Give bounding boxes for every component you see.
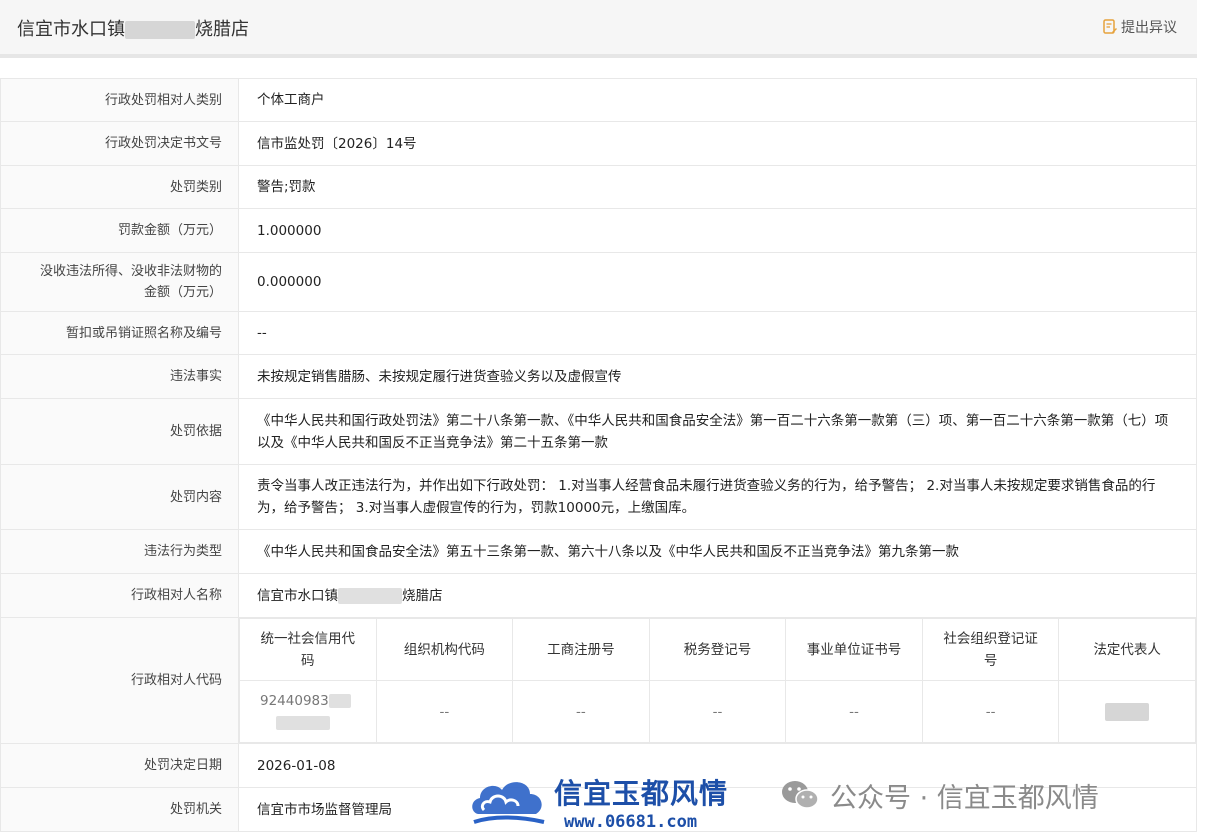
field-label: 违法行为类型 [0, 529, 239, 574]
party-code-cell: 统一社会信用代码 组织机构代码 工商注册号 税务登记号 事业单位证书号 社会组织… [238, 617, 1197, 744]
field-value: 《中华人民共和国食品安全法》第五十三条第一款、第六十八条以及《中华人民共和国反不… [238, 529, 1197, 574]
page-title: 信宜市水口镇 烧腊店 [17, 15, 249, 41]
table-row: 违法行为类型 《中华人民共和国食品安全法》第五十三条第一款、第六十八条以及《中华… [0, 529, 1197, 574]
table-row: 处罚依据 《中华人民共和国行政处罚法》第二十八条第一款、《中华人民共和国食品安全… [0, 398, 1197, 465]
field-value: 责令当事人改正违法行为，并作出如下行政处罚： 1.对当事人经营食品未履行进货查验… [238, 464, 1197, 530]
watermark-overlay: 信宜玉都风情 www.06681.com 公众号 · 信宜玉都风情 [468, 770, 1210, 839]
watermark-brand: 信宜玉都风情 [554, 777, 729, 810]
field-value: 0.000000 [238, 252, 1197, 312]
title-prefix: 信宜市水口镇 [17, 19, 125, 40]
field-label: 行政处罚决定书文号 [0, 121, 239, 166]
field-label: 处罚内容 [0, 464, 239, 530]
document-edit-icon [1103, 19, 1117, 34]
field-label: 处罚决定日期 [0, 743, 239, 788]
field-value: 未按规定销售腊肠、未按规定履行进货查验义务以及虚假宣传 [238, 354, 1197, 399]
column-header: 法定代表人 [1058, 618, 1196, 681]
column-header: 社会组织登记证号 [921, 618, 1060, 681]
column-header: 事业单位证书号 [785, 618, 923, 681]
table-row: 没收违法所得、没收非法财物的 金额（万元） 0.000000 [0, 252, 1197, 312]
table-row: 处罚类别 警告;罚款 [0, 165, 1197, 209]
table-row: 罚款金额（万元） 1.000000 [0, 208, 1197, 253]
field-label: 暂扣或吊销证照名称及编号 [0, 311, 239, 355]
table-row: 暂扣或吊销证照名称及编号 -- [0, 311, 1197, 355]
table-row: 违法事实 未按规定销售腊肠、未按规定履行进货查验义务以及虚假宣传 [0, 354, 1197, 399]
table-cell: -- [921, 680, 1060, 743]
field-label: 没收违法所得、没收非法财物的 金额（万元） [0, 252, 239, 312]
objection-label: 提出异议 [1121, 20, 1177, 36]
party-code-header-row: 统一社会信用代码 组织机构代码 工商注册号 税务登记号 事业单位证书号 社会组织… [239, 618, 1196, 681]
credit-code-visible: 92440983 [260, 692, 329, 709]
field-value: 1.000000 [238, 208, 1197, 253]
field-label: 罚款金额（万元） [0, 208, 239, 253]
table-row: 行政处罚决定书文号 信市监处罚〔2026〕14号 [0, 121, 1197, 166]
label-line: 金额（万元） [143, 285, 222, 300]
field-label: 违法事实 [0, 354, 239, 399]
cloud-logo-icon [472, 782, 545, 824]
party-name-prefix: 信宜市水口镇 [257, 587, 338, 604]
table-cell: -- [648, 680, 787, 743]
table-row: 行政相对人代码 统一社会信用代码 组织机构代码 工商注册号 税务登记号 事业单位… [0, 617, 1197, 744]
page-header: 信宜市水口镇 烧腊店 提出异议 [0, 0, 1197, 58]
field-label: 处罚依据 [0, 398, 239, 465]
field-label: 处罚机关 [0, 787, 239, 832]
redacted-legal-rep [1105, 702, 1150, 721]
field-label: 处罚类别 [0, 165, 239, 209]
field-label: 行政相对人名称 [0, 573, 239, 618]
redacted-code [276, 715, 330, 730]
table-row: 处罚内容 责令当事人改正违法行为，并作出如下行政处罚： 1.对当事人经营食品未履… [0, 464, 1197, 530]
watermark-account: 公众号 · 信宜玉都风情 [830, 783, 1099, 814]
table-row: 行政处罚相对人类别 个体工商户 [0, 78, 1197, 122]
column-header: 组织机构代码 [375, 618, 514, 681]
table-cell: -- [375, 680, 514, 743]
party-code-value-row: 92440983 -- -- -- -- -- [239, 680, 1196, 743]
column-header: 税务登记号 [648, 618, 787, 681]
table-row: 行政相对人名称 信宜市水口镇 烧腊店 [0, 573, 1197, 618]
field-value: 信市监处罚〔2026〕14号 [238, 121, 1197, 166]
legal-rep-cell [1058, 680, 1196, 743]
redacted-code [328, 693, 351, 708]
watermark-url: www.06681.com [564, 812, 698, 832]
party-code-table: 统一社会信用代码 组织机构代码 工商注册号 税务登记号 事业单位证书号 社会组织… [239, 618, 1196, 743]
field-label: 行政相对人代码 [0, 617, 239, 744]
field-value: 警告;罚款 [238, 165, 1197, 209]
field-label: 行政处罚相对人类别 [0, 78, 239, 122]
field-value: 信宜市水口镇 烧腊店 [238, 573, 1197, 618]
redacted-name [338, 587, 402, 604]
field-value: 个体工商户 [238, 78, 1197, 122]
party-name-suffix: 烧腊店 [402, 587, 443, 604]
title-suffix: 烧腊店 [195, 19, 249, 40]
field-value: -- [238, 311, 1197, 355]
column-header: 统一社会信用代码 [239, 618, 377, 681]
label-line: 没收违法所得、没收非法财物的 [39, 264, 222, 279]
wechat-icon [782, 781, 819, 809]
raise-objection-button[interactable]: 提出异议 [1103, 17, 1177, 37]
table-cell: -- [512, 680, 650, 743]
penalty-detail-table: 行政处罚相对人类别 个体工商户 行政处罚决定书文号 信市监处罚〔2026〕14号… [0, 78, 1197, 832]
column-header: 工商注册号 [512, 618, 650, 681]
field-value: 《中华人民共和国行政处罚法》第二十八条第一款、《中华人民共和国食品安全法》第一百… [238, 398, 1197, 465]
credit-code-cell: 92440983 [239, 680, 377, 743]
table-cell: -- [785, 680, 923, 743]
redacted-name [125, 21, 195, 39]
